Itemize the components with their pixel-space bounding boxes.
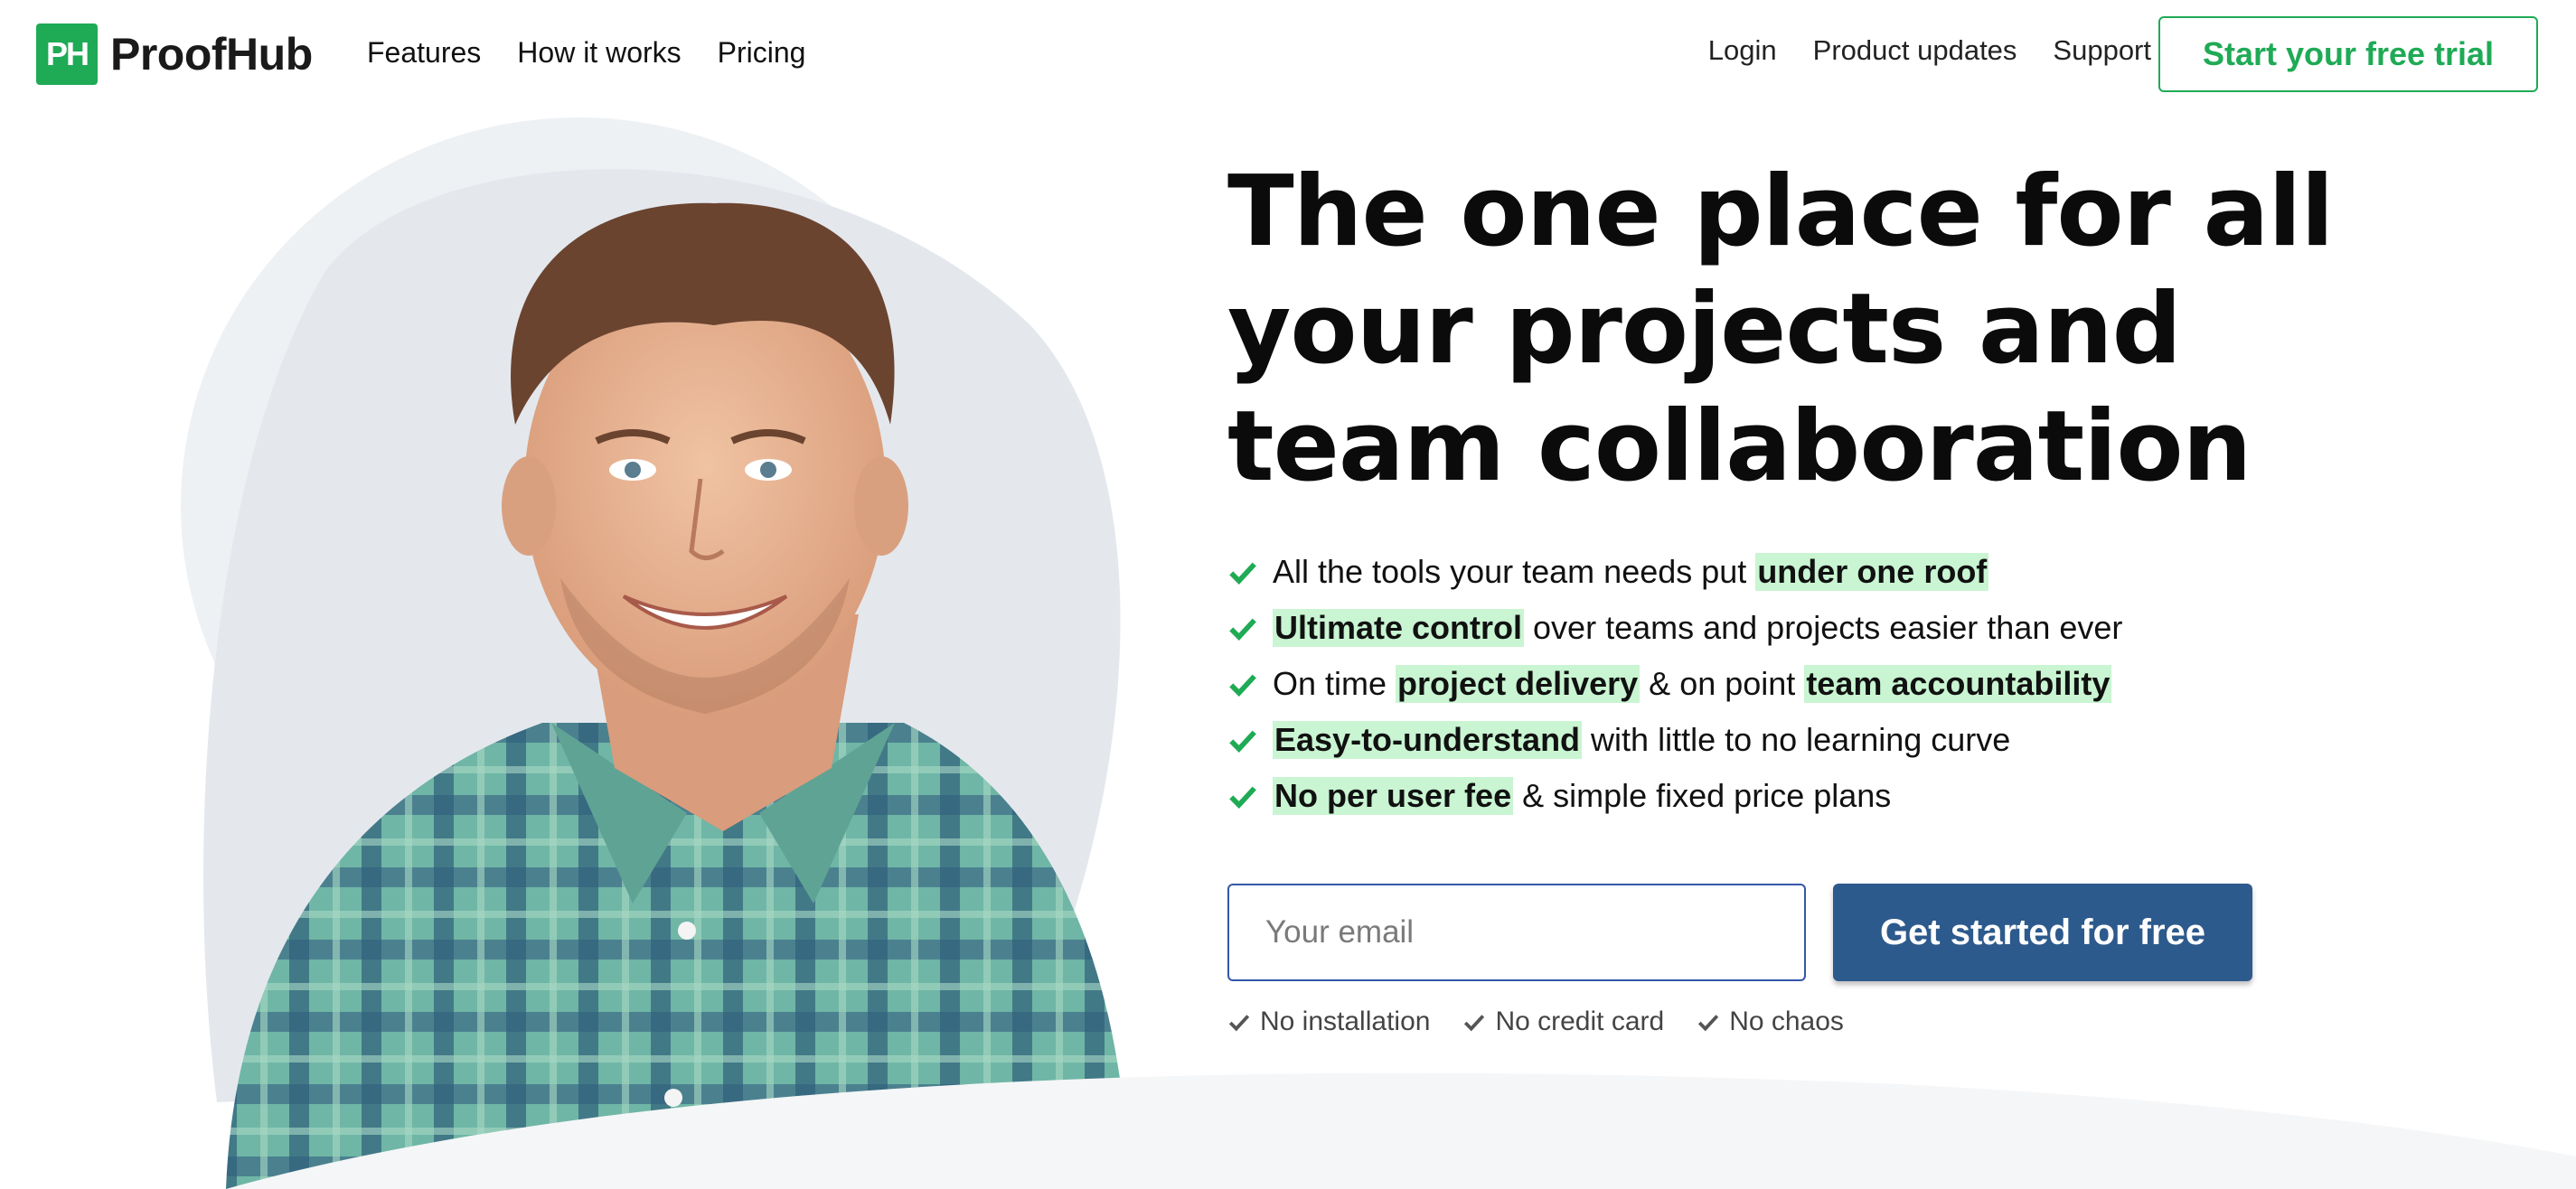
start-free-trial-button[interactable]: Start your free trial [2158, 16, 2538, 92]
benefit-item: No per user fee & simple fixed price pla… [1227, 768, 2122, 824]
benefit-text: On time [1273, 665, 1396, 702]
benefit-text: over teams and projects easier than ever [1524, 609, 2123, 646]
benefit-item: Ultimate control over teams and projects… [1227, 600, 2122, 656]
benefit-highlight: Ultimate control [1273, 609, 1525, 647]
assurance-no-installation: No installation [1227, 1006, 1430, 1037]
benefit-text: & simple fixed price plans [1513, 777, 1892, 814]
hero-image [0, 108, 1211, 1189]
site-header: PH ProofHub Features How it works Pricin… [0, 0, 2576, 108]
benefit-highlight: project delivery [1396, 665, 1641, 703]
nav-product-updates[interactable]: Product updates [1813, 34, 2017, 67]
benefit-text: All the tools your team needs put [1273, 553, 1756, 590]
benefit-highlight: team accountability [1804, 665, 2112, 703]
proofhub-logo[interactable]: PH ProofHub [36, 23, 313, 86]
benefit-highlight: No per user fee [1273, 777, 1514, 815]
bottom-wave-divider [226, 1072, 2576, 1189]
assurance-no-chaos: No chaos [1697, 1006, 1844, 1037]
check-icon [1229, 674, 1256, 697]
benefits-list: All the tools your team needs put under … [1227, 544, 2122, 824]
benefit-highlight: Easy-to-understand [1273, 721, 1583, 759]
assurance-label: No chaos [1729, 1006, 1844, 1036]
nav-features[interactable]: Features [367, 36, 481, 70]
email-input[interactable] [1227, 884, 1806, 981]
nav-how-it-works[interactable]: How it works [517, 36, 681, 70]
hero-headline: The one place for all your projects and … [1227, 155, 2334, 503]
benefit-text: & on point [1640, 665, 1805, 702]
main-nav: Features How it works Pricing [367, 36, 805, 70]
check-icon [1464, 1015, 1485, 1032]
assurance-no-credit-card: No credit card [1462, 1006, 1664, 1037]
benefit-item: Easy-to-understand with little to no lea… [1227, 712, 2122, 768]
nav-pricing[interactable]: Pricing [718, 36, 806, 70]
benefit-text: with little to no learning curve [1582, 721, 2011, 758]
assurance-list: No installation No credit card No chaos [1227, 1006, 1844, 1037]
assurance-label: No credit card [1495, 1006, 1665, 1036]
benefit-item: All the tools your team needs put under … [1227, 544, 2122, 600]
check-icon [1229, 730, 1256, 754]
nav-support[interactable]: Support [2053, 34, 2151, 67]
check-icon [1229, 562, 1256, 585]
logo-wordmark: ProofHub [110, 29, 313, 80]
assurance-label: No installation [1260, 1006, 1431, 1036]
logo-mark-icon: PH [36, 23, 98, 85]
check-icon [1228, 1015, 1250, 1032]
secondary-nav: Login Product updates Support [1708, 34, 2151, 67]
benefit-item: On time project delivery & on point team… [1227, 656, 2122, 712]
get-started-button[interactable]: Get started for free [1833, 884, 2252, 981]
nav-login[interactable]: Login [1708, 34, 1777, 67]
check-icon [1698, 1015, 1719, 1032]
check-icon [1229, 786, 1256, 810]
benefit-highlight: under one roof [1755, 553, 1989, 591]
check-icon [1229, 618, 1256, 641]
smiling-man-photo-icon [181, 117, 1130, 1189]
